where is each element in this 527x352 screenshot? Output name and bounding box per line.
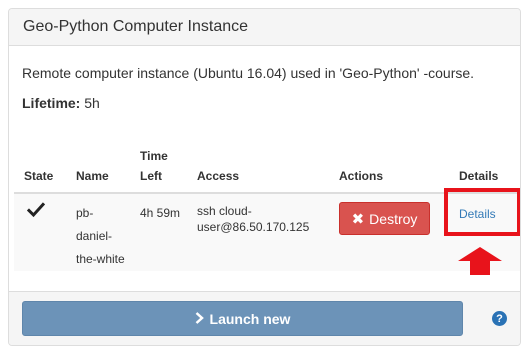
- panel-title: Geo-Python Computer Instance: [9, 9, 520, 46]
- destroy-button[interactable]: ✖ Destroy: [339, 202, 430, 235]
- launch-new-button[interactable]: Launch new: [22, 301, 463, 336]
- row-access-line2: user@86.50.170.125: [197, 220, 310, 234]
- help-icon[interactable]: ?: [492, 311, 507, 326]
- header-access: Access: [197, 169, 240, 183]
- checkmark-icon: [27, 202, 45, 218]
- panel-footer: Launch new ?: [9, 291, 520, 345]
- destroy-button-label: Destroy: [369, 210, 418, 227]
- lifetime-value: 5h: [84, 95, 100, 111]
- header-actions: Actions: [339, 169, 384, 183]
- header-details: Details: [459, 169, 499, 183]
- header-time-left-line2: Left: [140, 169, 162, 183]
- instance-panel: Geo-Python Computer Instance Remote comp…: [8, 8, 521, 346]
- row-time-left: 4h 59m: [140, 206, 181, 220]
- chevron-right-icon: [195, 311, 204, 327]
- header-name: Name: [76, 169, 109, 183]
- lifetime-info: Lifetime: 5h: [22, 95, 100, 111]
- header-state: State: [24, 169, 54, 183]
- highlight-box-annotation: [444, 188, 520, 236]
- row-name-line3: the-white: [76, 252, 125, 266]
- launch-new-label: Launch new: [209, 310, 291, 327]
- row-name-line1: pb-: [76, 206, 94, 220]
- red-arrow-up-icon: [458, 247, 502, 275]
- lifetime-label: Lifetime:: [22, 95, 81, 111]
- instance-description: Remote computer instance (Ubuntu 16.04) …: [22, 65, 475, 81]
- close-icon: ✖: [351, 210, 365, 228]
- row-name-line2: daniel-: [76, 229, 113, 243]
- header-time-left-line1: Time: [140, 149, 168, 163]
